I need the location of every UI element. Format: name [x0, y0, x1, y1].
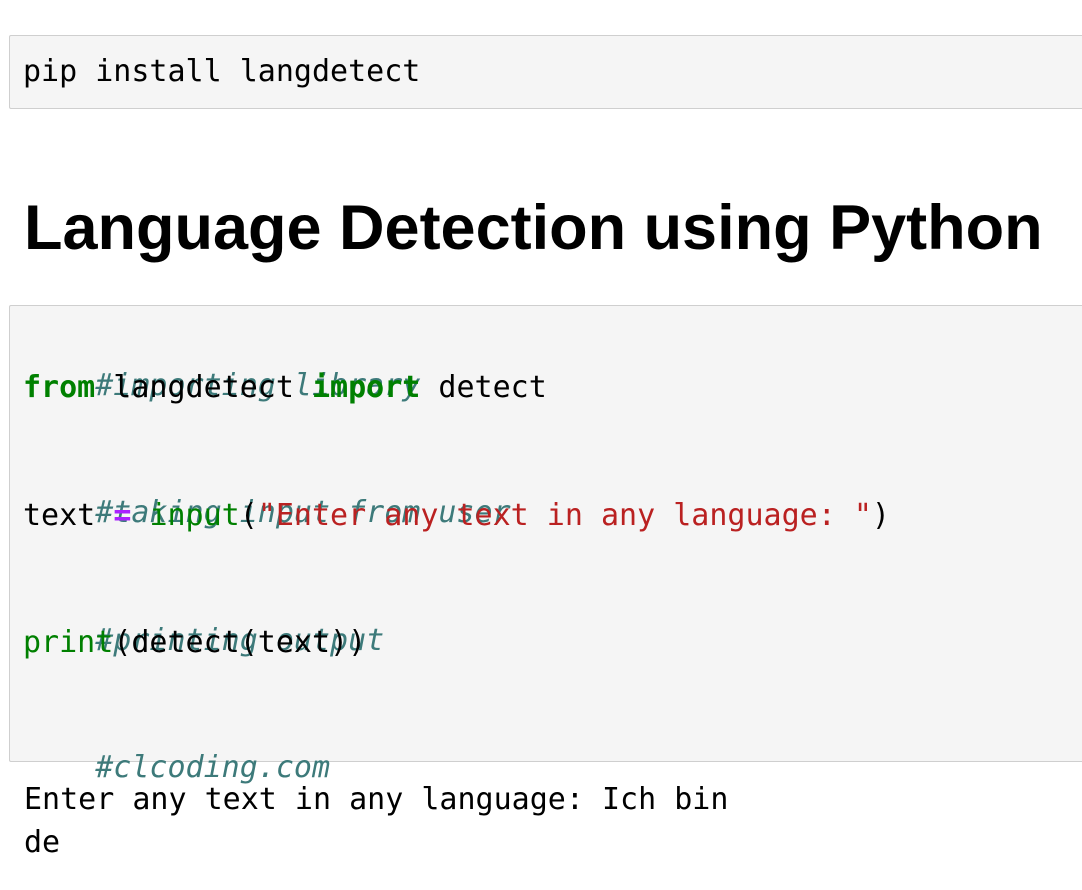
- code-line-import: from langdetect import detect: [23, 368, 547, 408]
- output-line-result: de: [24, 825, 61, 860]
- assign-operator: =: [113, 498, 132, 533]
- code-line-input: text = input("Enter any text in any lang…: [23, 496, 890, 536]
- code-line-print-comment: #printing output: [23, 581, 384, 658]
- code-line-import-comment: #importing library: [23, 326, 420, 403]
- main-code-cell[interactable]: #importing library from langdetect impor…: [9, 305, 1082, 785]
- code-line-input-comment: #taking input from user: [23, 453, 510, 530]
- variable-text: text: [23, 498, 114, 533]
- install-code-cell[interactable]: pip install langdetect: [9, 35, 1082, 109]
- builtin-input: input: [149, 498, 240, 533]
- code-line-print: print(detect(text)): [23, 623, 366, 663]
- paren-open: (: [239, 498, 258, 533]
- prompt-string: "Enter any text in any language: ": [257, 498, 872, 533]
- imported-name: detect: [420, 370, 547, 405]
- install-command: pip install langdetect: [23, 54, 421, 89]
- print-arguments: (detect(text)): [113, 625, 367, 660]
- output-line-prompt: Enter any text in any language: Ich bin: [24, 782, 729, 817]
- keyword-from: from: [23, 370, 96, 405]
- keyword-import: import: [312, 370, 421, 405]
- builtin-print: print: [23, 625, 114, 660]
- code-line-site-comment: #clcoding.com: [23, 708, 330, 785]
- paren-close: ): [871, 498, 890, 533]
- module-name: langdetect: [95, 370, 312, 405]
- section-heading: Language Detection using Python: [24, 193, 1043, 263]
